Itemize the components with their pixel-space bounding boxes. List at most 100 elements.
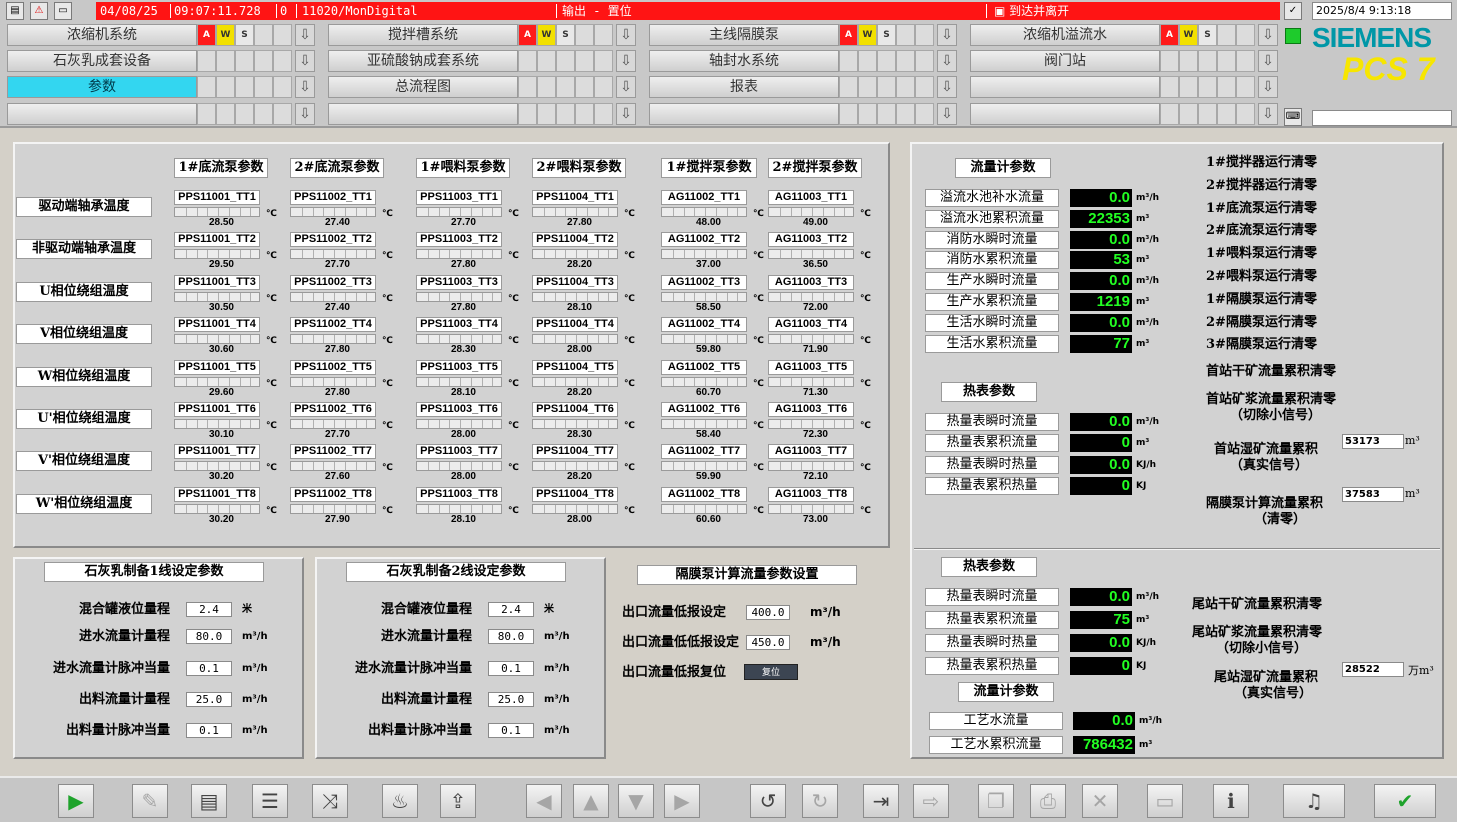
- temperature-cell[interactable]: PPS11004_TT2 28.20 ℃: [532, 232, 635, 272]
- chevron-down-icon[interactable]: ⇩: [616, 24, 636, 46]
- temperature-cell[interactable]: AG11003_TT8 73.00 ℃: [768, 486, 871, 527]
- temperature-cell[interactable]: AG11003_TT2 36.50 ℃: [768, 232, 871, 272]
- temperature-cell[interactable]: AG11003_TT1 49.00 ℃: [768, 190, 871, 230]
- temperature-cell[interactable]: PPS11001_TT2 29.50 ℃: [174, 232, 277, 272]
- notes-icon[interactable]: ▤: [6, 2, 24, 20]
- setpoint-input[interactable]: 0.1: [488, 661, 534, 676]
- reset-button[interactable]: 复位: [744, 664, 798, 680]
- wrench-button[interactable]: ✎: [132, 784, 168, 818]
- temperature-cell[interactable]: PPS11002_TT4 27.80 ℃: [290, 317, 393, 357]
- temperature-cell[interactable]: PPS11004_TT4 28.00 ℃: [532, 317, 635, 357]
- temperature-cell[interactable]: AG11003_TT6 72.30 ℃: [768, 402, 871, 442]
- temperature-cell[interactable]: PPS11003_TT8 28.10 ℃: [416, 486, 519, 527]
- warning-icon[interactable]: ⚠: [30, 2, 48, 20]
- chevron-down-icon[interactable]: ⇩: [295, 24, 315, 46]
- temperature-cell[interactable]: PPS11001_TT8 30.20 ℃: [174, 486, 277, 527]
- nav-tile[interactable]: [970, 103, 1160, 125]
- nav-tile[interactable]: 总流程图: [328, 76, 518, 98]
- setpoint-input[interactable]: 0.1: [186, 723, 232, 738]
- chevron-down-icon[interactable]: ⇩: [295, 50, 315, 72]
- chevron-down-icon[interactable]: ⇩: [937, 24, 957, 46]
- temperature-cell[interactable]: PPS11004_TT5 28.20 ℃: [532, 359, 635, 400]
- chevron-down-icon[interactable]: ⇩: [295, 103, 315, 125]
- temperature-cell[interactable]: PPS11004_TT1 27.80 ℃: [532, 190, 635, 230]
- setpoint-input[interactable]: 2.4: [488, 602, 534, 617]
- temperature-cell[interactable]: PPS11004_TT6 28.30 ℃: [532, 402, 635, 442]
- redo-button[interactable]: ↻: [802, 784, 838, 818]
- sound-button[interactable]: ♫: [1283, 784, 1345, 818]
- reset-command[interactable]: 1#喂料泵运行清零: [1206, 246, 1317, 262]
- temperature-cell[interactable]: PPS11002_TT1 27.40 ℃: [290, 190, 393, 230]
- chevron-down-icon[interactable]: ⇩: [616, 50, 636, 72]
- nav-tile[interactable]: [970, 76, 1160, 98]
- list-button[interactable]: ☰: [252, 784, 288, 818]
- window-icon[interactable]: ▭: [54, 2, 72, 20]
- setpoint-input[interactable]: 80.0: [186, 629, 232, 644]
- chevron-down-icon[interactable]: ⇩: [937, 50, 957, 72]
- reset-command[interactable]: 1#搅拌器运行清零: [1206, 155, 1317, 171]
- temperature-cell[interactable]: PPS11004_TT3 28.10 ℃: [532, 274, 635, 315]
- reset-command[interactable]: 1#隔膜泵运行清零: [1206, 292, 1317, 308]
- temperature-cell[interactable]: PPS11003_TT7 28.00 ℃: [416, 444, 519, 484]
- temperature-cell[interactable]: AG11002_TT4 59.80 ℃: [661, 317, 764, 357]
- play-button[interactable]: ▶: [58, 784, 94, 818]
- nav-tile[interactable]: 轴封水系统: [649, 50, 839, 72]
- chevron-down-icon[interactable]: ⇩: [295, 76, 315, 98]
- nav-tile[interactable]: 阀门站: [970, 50, 1160, 72]
- temperature-cell[interactable]: PPS11001_TT6 30.10 ℃: [174, 402, 277, 442]
- nav-tile[interactable]: 报表: [649, 76, 839, 98]
- temperature-cell[interactable]: PPS11003_TT4 28.30 ℃: [416, 317, 519, 357]
- monitor-button[interactable]: ▭: [1147, 784, 1183, 818]
- trend-button[interactable]: ⤨: [312, 784, 348, 818]
- nav-tile[interactable]: 主线隔膜泵: [649, 24, 839, 46]
- nav-tile[interactable]: [649, 103, 839, 125]
- temperature-cell[interactable]: PPS11003_TT2 27.80 ℃: [416, 232, 519, 272]
- arrow-up-button[interactable]: ▲: [573, 784, 609, 818]
- acknowledge-button[interactable]: ✔: [1374, 784, 1436, 818]
- temperature-cell[interactable]: AG11002_TT5 60.70 ℃: [661, 359, 764, 400]
- temperature-cell[interactable]: PPS11002_TT5 27.80 ℃: [290, 359, 393, 400]
- undo-button[interactable]: ↺: [750, 784, 786, 818]
- temperature-cell[interactable]: PPS11002_TT7 27.60 ℃: [290, 444, 393, 484]
- temperature-cell[interactable]: PPS11004_TT7 28.20 ℃: [532, 444, 635, 484]
- reset-command[interactable]: 首站干矿流量累积清零: [1206, 364, 1336, 380]
- nav-tile[interactable]: 亚硫酸钠成套系统: [328, 50, 518, 72]
- chevron-down-icon[interactable]: ⇩: [616, 103, 636, 125]
- temperature-cell[interactable]: PPS11001_TT1 28.50 ℃: [174, 190, 277, 230]
- nav-tile[interactable]: 参数: [7, 76, 197, 98]
- temperature-cell[interactable]: PPS11002_TT2 27.70 ℃: [290, 232, 393, 272]
- temperature-cell[interactable]: AG11002_TT8 60.60 ℃: [661, 486, 764, 527]
- reset-command[interactable]: （切除小信号）: [1230, 408, 1321, 424]
- temperature-cell[interactable]: AG11002_TT6 58.40 ℃: [661, 402, 764, 442]
- reset-command[interactable]: 首站矿浆流量累积清零: [1206, 392, 1336, 408]
- temperature-cell[interactable]: AG11003_TT5 71.30 ℃: [768, 359, 871, 400]
- temperature-cell[interactable]: PPS11001_TT3 30.50 ℃: [174, 274, 277, 315]
- reset-command[interactable]: 2#底流泵运行清零: [1206, 223, 1317, 239]
- temperature-cell[interactable]: PPS11002_TT6 27.70 ℃: [290, 402, 393, 442]
- setpoint-input[interactable]: 400.0: [746, 605, 790, 620]
- temperature-cell[interactable]: PPS11001_TT5 29.60 ℃: [174, 359, 277, 400]
- setpoint-input[interactable]: 0.1: [186, 661, 232, 676]
- chevron-down-icon[interactable]: ⇩: [1258, 24, 1278, 46]
- temperature-cell[interactable]: PPS11003_TT6 28.00 ℃: [416, 402, 519, 442]
- arrow-left-button[interactable]: ◀: [526, 784, 562, 818]
- keyboard-icon[interactable]: ⌨: [1284, 108, 1302, 126]
- arrow-right-button[interactable]: ▶: [664, 784, 700, 818]
- temperature-cell[interactable]: PPS11001_TT7 30.20 ℃: [174, 444, 277, 484]
- chevron-down-icon[interactable]: ⇩: [937, 103, 957, 125]
- delete-button[interactable]: ✕: [1082, 784, 1118, 818]
- temperature-cell[interactable]: PPS11003_TT5 28.10 ℃: [416, 359, 519, 400]
- reset-command[interactable]: 3#隔膜泵运行清零: [1206, 337, 1317, 353]
- reset-command[interactable]: 尾站矿浆流量累积清零: [1192, 625, 1322, 641]
- temperature-cell[interactable]: AG11002_TT7 59.90 ℃: [661, 444, 764, 484]
- arrow-down-button[interactable]: ▼: [618, 784, 654, 818]
- nav-tile[interactable]: 搅拌槽系统: [328, 24, 518, 46]
- accumulator-label[interactable]: 隔膜泵计算流量累积: [1206, 496, 1323, 512]
- setpoint-input[interactable]: 80.0: [488, 629, 534, 644]
- chevron-down-icon[interactable]: ⇩: [937, 76, 957, 98]
- setpoint-input[interactable]: 0.1: [488, 723, 534, 738]
- nav-tile[interactable]: 浓缩机系统: [7, 24, 197, 46]
- temperature-cell[interactable]: AG11003_TT4 71.90 ℃: [768, 317, 871, 357]
- chevron-down-icon[interactable]: ⇩: [1258, 103, 1278, 125]
- reset-command[interactable]: 1#底流泵运行清零: [1206, 201, 1317, 217]
